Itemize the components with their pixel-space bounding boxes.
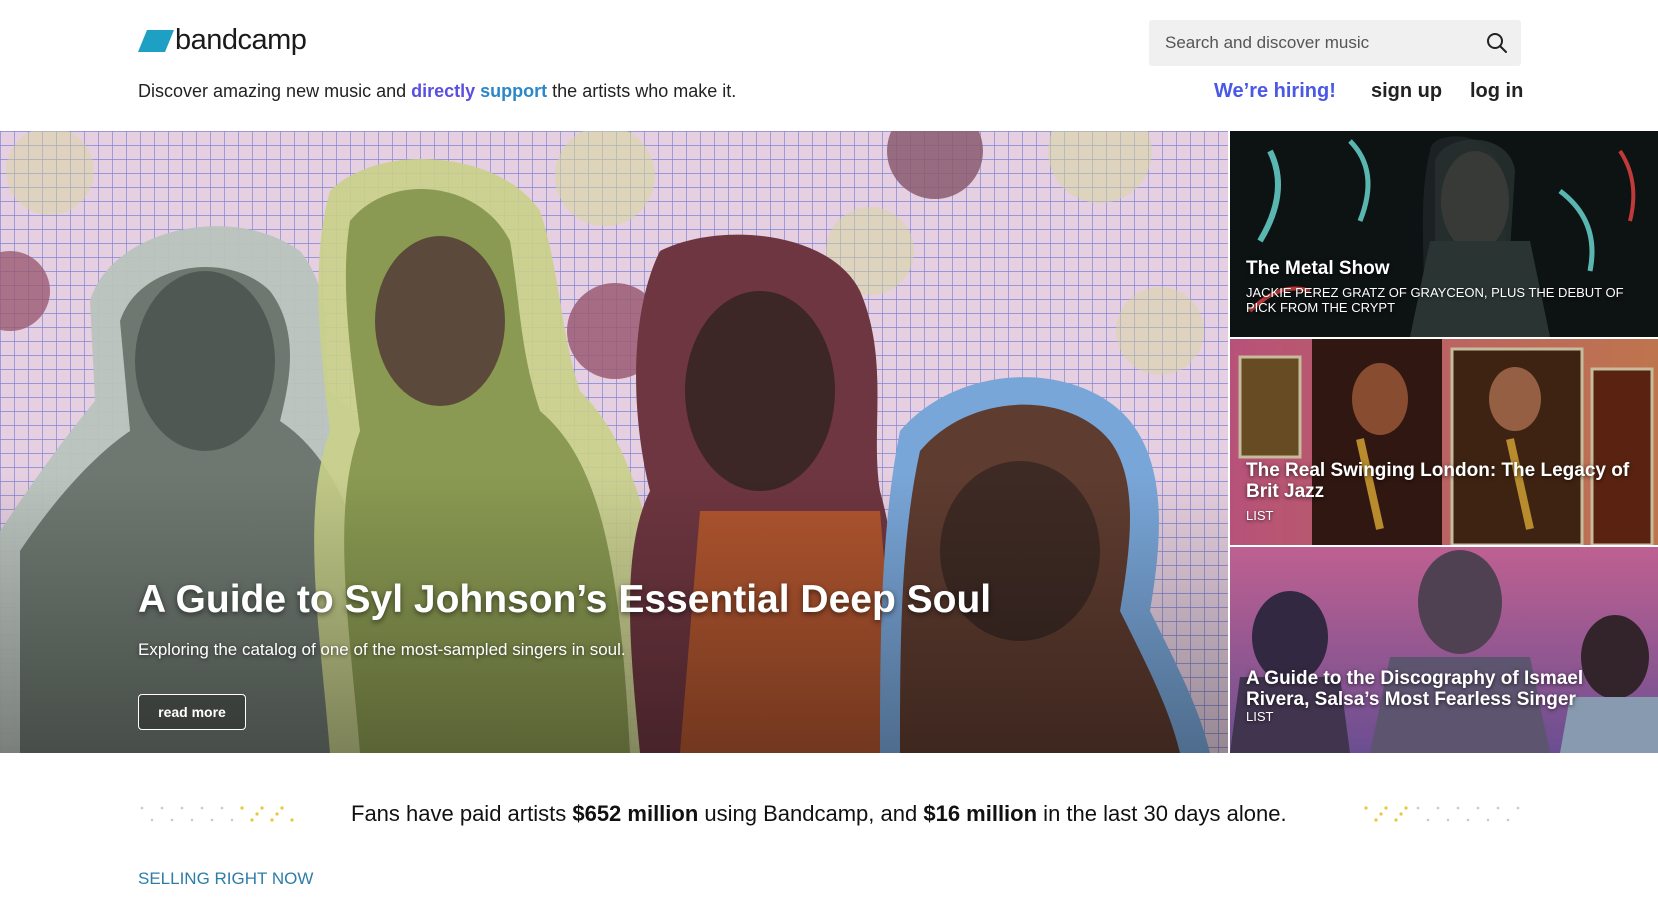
section-heading-selling-right-now: SELLING RIGHT NOW <box>138 869 314 888</box>
side-story-title[interactable]: The Real Swinging London: The Legacy of … <box>1246 460 1642 502</box>
stats-text: using Bandcamp, and <box>698 801 924 826</box>
side-story-title[interactable]: The Metal Show <box>1246 258 1642 279</box>
bandcamp-logo[interactable]: bandcamp <box>138 24 307 56</box>
hero-subtitle: Exploring the catalog of one of the most… <box>138 640 626 659</box>
decorative-dots-right <box>1364 806 1520 822</box>
side-story-meta: List <box>1246 709 1274 724</box>
side-story-meta: List <box>1246 508 1274 523</box>
stats-banner: Fans have paid artists $652 million usin… <box>351 801 1287 827</box>
logo-text: bandcamp <box>175 24 307 56</box>
search-icon[interactable] <box>1485 31 1509 55</box>
side-story-metal-show[interactable]: The Metal Show Jackie Perez Gratz of Gra… <box>1230 131 1658 337</box>
read-more-button[interactable]: read more <box>138 694 246 730</box>
bandcamp-logo-icon <box>138 29 174 52</box>
decorative-dots-left <box>140 806 294 822</box>
side-story-title[interactable]: A Guide to the Discography of Ismael Riv… <box>1246 668 1642 710</box>
side-story-meta: Jackie Perez Gratz of Grayceon, plus the… <box>1246 285 1624 315</box>
stats-text: Fans have paid artists <box>351 801 573 826</box>
hero-feature[interactable]: A Guide to Syl Johnson’s Essential Deep … <box>0 131 1228 753</box>
stats-amount-recent: $16 million <box>923 801 1038 826</box>
stats-text: in the last 30 days alone. <box>1037 801 1287 826</box>
hiring-link[interactable]: We’re hiring! <box>1214 80 1336 103</box>
search-box <box>1149 20 1521 66</box>
tagline-text-end: the artists who make it. <box>547 81 737 101</box>
tagline: Discover amazing new music and directly … <box>138 81 736 102</box>
tagline-highlight-support: support <box>480 81 548 101</box>
sign-up-link[interactable]: sign up <box>1371 80 1442 103</box>
side-story-ismael-rivera[interactable]: A Guide to the Discography of Ismael Riv… <box>1230 547 1658 753</box>
log-in-link[interactable]: log in <box>1470 80 1523 103</box>
tagline-text: Discover amazing new music and <box>138 81 412 101</box>
side-story-brit-jazz[interactable]: The Real Swinging London: The Legacy of … <box>1230 339 1658 545</box>
hero-title[interactable]: A Guide to Syl Johnson’s Essential Deep … <box>138 578 991 622</box>
stats-amount-total: $652 million <box>572 801 699 826</box>
search-input[interactable] <box>1163 32 1477 54</box>
tagline-highlight-directly: directly <box>411 81 476 101</box>
